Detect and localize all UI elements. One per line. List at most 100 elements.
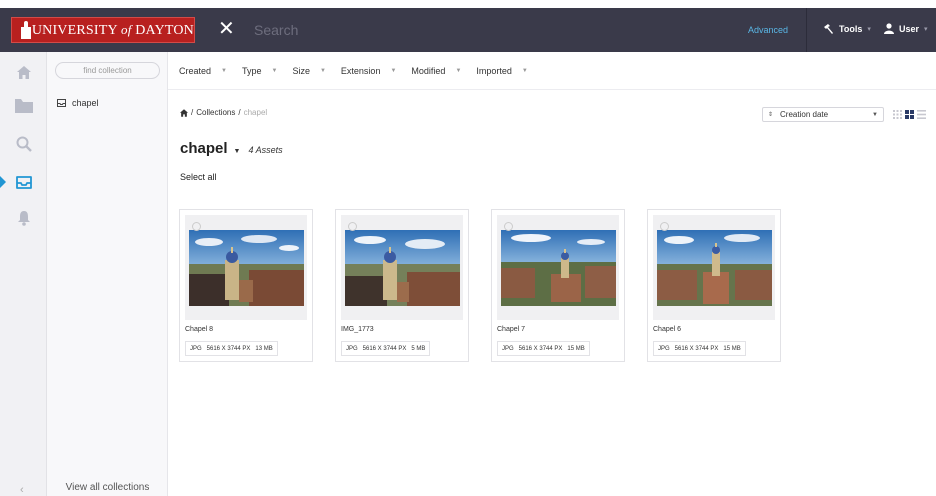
chapel-photo [501, 230, 616, 306]
collection-header: chapel ▼ 4 Assets [180, 140, 283, 157]
asset-size: 5 MB [411, 345, 426, 352]
filter-label: Extension [340, 65, 381, 76]
filter-label: Imported [476, 65, 512, 76]
collection-item-label: chapel [72, 98, 99, 108]
filter-type[interactable]: Type ▼ [242, 66, 277, 76]
large-grid-icon[interactable] [905, 110, 914, 119]
asset-card[interactable]: Chapel 6 JPG 5616 X 3744 PX 15 MB [647, 209, 781, 362]
close-icon[interactable]: ✕ [218, 18, 235, 40]
asset-dimensions: 5616 X 3744 PX [362, 345, 407, 352]
select-checkbox[interactable] [504, 222, 513, 231]
filter-label: Type [241, 65, 262, 76]
top-navigation-bar: UNIVERSITY of DAYTON ✕ Advanced Tools ▾ … [0, 8, 936, 52]
filter-created[interactable]: Created ▼ [179, 66, 227, 76]
sort-select[interactable]: ⇕ Creation date ▼ [762, 107, 884, 122]
asset-card[interactable]: IMG_1773 JPG 5616 X 3744 PX 5 MB [335, 209, 469, 362]
chevron-down-icon: ▼ [319, 67, 326, 74]
view-toggle [893, 110, 926, 119]
view-all-collections-link[interactable]: View all collections [47, 482, 168, 493]
breadcrumb: / Collections / chapel [180, 108, 267, 117]
asset-dimensions: 5616 X 3744 PX [206, 345, 251, 352]
collapse-chevron-icon[interactable]: ‹ [20, 484, 24, 496]
select-checkbox[interactable] [192, 222, 201, 231]
small-grid-icon[interactable] [893, 110, 902, 119]
icon-sidebar: ‹ [0, 52, 47, 496]
asset-dimensions: 5616 X 3744 PX [674, 345, 719, 352]
user-menu[interactable]: User ▾ [884, 23, 928, 34]
asset-dimensions: 5616 X 3744 PX [518, 345, 563, 352]
sort-arrows-icon: ⇕ [768, 112, 774, 118]
asset-count: 4 Assets [248, 145, 283, 155]
chevron-down-icon: ▼ [872, 111, 878, 118]
chapel-photo [657, 230, 772, 306]
select-checkbox[interactable] [660, 222, 669, 231]
folder-icon[interactable] [14, 96, 34, 116]
chevron-down-icon: ▾ [867, 26, 871, 33]
find-collection-input[interactable] [55, 62, 160, 79]
breadcrumb-current: chapel [243, 108, 268, 117]
filter-label: Created [179, 65, 212, 76]
asset-name: IMG_1773 [341, 326, 374, 333]
select-checkbox[interactable] [348, 222, 357, 231]
asset-card[interactable]: Chapel 8 JPG 5616 X 3744 PX 13 MB [179, 209, 313, 362]
tools-label: Tools [839, 24, 863, 34]
list-view-icon[interactable] [917, 110, 926, 119]
asset-meta: JPG 5616 X 3744 PX 15 MB [497, 341, 590, 356]
home-icon[interactable] [14, 62, 34, 82]
filter-extension[interactable]: Extension ▼ [341, 66, 396, 76]
breadcrumb-separator: / [191, 108, 194, 117]
chapel-tower-icon [19, 21, 31, 39]
asset-meta: JPG 5616 X 3744 PX 15 MB [653, 341, 746, 356]
search-input[interactable] [254, 20, 714, 40]
asset-name: Chapel 8 [185, 326, 214, 333]
filter-label: Size [292, 65, 310, 76]
brand-name: UNIVERSITY of DAYTON [31, 21, 194, 38]
asset-size: 13 MB [255, 345, 273, 352]
asset-thumbnail[interactable] [341, 215, 463, 320]
home-icon[interactable] [180, 108, 188, 117]
user-label: User [899, 23, 920, 34]
asset-type: JPG [346, 345, 358, 352]
asset-name: Chapel 7 [497, 326, 526, 333]
chevron-down-icon: ▼ [455, 67, 462, 74]
filter-imported[interactable]: Imported ▼ [476, 66, 527, 76]
filter-modified[interactable]: Modified ▼ [411, 66, 461, 76]
tools-menu[interactable]: Tools ▾ [822, 23, 871, 35]
search-icon[interactable] [14, 134, 34, 154]
collection-tray-icon [57, 99, 66, 107]
bell-icon[interactable] [14, 208, 34, 228]
asset-size: 15 MB [567, 345, 585, 352]
chevron-down-icon: ▼ [271, 67, 278, 74]
sort-selected-value: Creation date [780, 110, 829, 119]
asset-meta: JPG 5616 X 3744 PX 13 MB [185, 341, 278, 356]
asset-type: JPG [658, 345, 670, 352]
asset-meta: JPG 5616 X 3744 PX 5 MB [341, 341, 431, 356]
chapel-photo [345, 230, 460, 306]
select-all-link[interactable]: Select all [180, 172, 217, 182]
breadcrumb-collections-link[interactable]: Collections [196, 108, 235, 117]
breadcrumb-separator: / [238, 108, 241, 117]
collection-tray-icon[interactable] [14, 172, 34, 192]
asset-type: JPG [502, 345, 514, 352]
university-logo[interactable]: UNIVERSITY of DAYTON [11, 17, 195, 43]
filter-bar: Created ▼ Type ▼ Size ▼ Extension ▼ Modified… [168, 52, 936, 90]
asset-thumbnail[interactable] [653, 215, 775, 320]
asset-thumbnail[interactable] [185, 215, 307, 320]
asset-thumbnail[interactable] [497, 215, 619, 320]
user-icon [884, 23, 894, 34]
hammer-icon [824, 24, 833, 34]
asset-card[interactable]: Chapel 7 JPG 5616 X 3744 PX 15 MB [491, 209, 625, 362]
advanced-search-link[interactable]: Advanced [748, 25, 788, 35]
asset-size: 15 MB [723, 345, 741, 352]
collections-panel: chapel View all collections [47, 52, 168, 496]
divider [806, 8, 807, 52]
asset-type: JPG [190, 345, 202, 352]
chevron-down-icon: ▼ [521, 67, 528, 74]
chevron-down-icon[interactable]: ▼ [234, 148, 241, 155]
filter-label: Modified [411, 65, 446, 76]
chevron-down-icon: ▼ [221, 67, 227, 74]
collection-title: chapel [180, 140, 228, 157]
chevron-down-icon: ▾ [924, 25, 928, 33]
filter-size[interactable]: Size ▼ [292, 66, 325, 76]
collection-item-chapel[interactable]: chapel [57, 98, 99, 108]
